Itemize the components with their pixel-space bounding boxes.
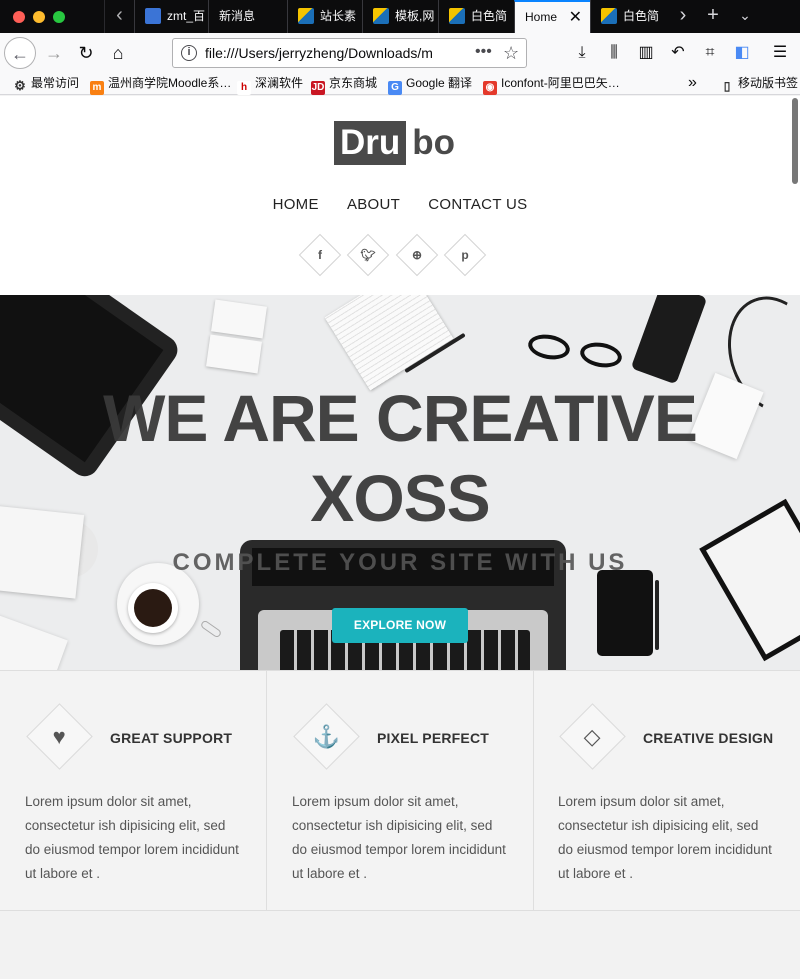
diamond-icon: ◇ xyxy=(559,703,626,770)
h-icon: h xyxy=(237,81,251,95)
gear-icon: ⚙ xyxy=(14,78,26,93)
phone-icon: ▯ xyxy=(723,79,731,93)
mobile-bookmarks[interactable]: ▯ 移动版书签 xyxy=(720,73,798,93)
bookmark-srun[interactable]: h 深澜软件 xyxy=(237,73,303,95)
business-card-image xyxy=(206,334,262,374)
tab-list-icon[interactable]: ⌄ xyxy=(730,0,760,33)
business-card-image xyxy=(211,299,267,339)
heart-icon: ♥ xyxy=(26,703,93,770)
feature-text: Lorem ipsum dolor sit amet, consectetur … xyxy=(25,794,239,881)
feature-title: CREATIVE DESIGN xyxy=(643,730,774,746)
forward-icon[interactable]: → xyxy=(38,37,70,69)
menu-icon[interactable]: ☰ xyxy=(768,37,792,69)
close-tab-icon[interactable]: ✕ xyxy=(569,2,582,33)
back-icon[interactable]: ← xyxy=(4,37,36,69)
anchor-icon: ⚓ xyxy=(293,703,360,770)
feature-great-support: ♥ GREAT SUPPORT Lorem ipsum dolor sit am… xyxy=(0,671,267,910)
new-tab-icon[interactable]: + xyxy=(698,0,728,33)
main-menu: HOME ABOUT CONTACT US xyxy=(0,196,800,213)
hero-banner: WE ARE CREATIVE XOSS COMPLETE YOUR SITE … xyxy=(0,295,800,670)
bookmark-google-translate[interactable]: G Google 翻译 xyxy=(388,73,472,95)
wallet-image xyxy=(597,570,653,656)
undo-icon[interactable]: ↶ xyxy=(666,37,690,69)
feature-text: Lorem ipsum dolor sit amet, consectetur … xyxy=(558,794,772,881)
bookmark-moodle[interactable]: m 温州商学院Moodle系… xyxy=(90,73,231,95)
tab-1[interactable]: 新消息 xyxy=(208,0,287,33)
moodle-icon: m xyxy=(90,81,104,95)
hero-subtitle: COMPLETE YOUR SITE WITH US xyxy=(172,549,628,576)
more-bookmarks-icon[interactable]: » xyxy=(688,73,697,93)
page-scrollbar[interactable] xyxy=(792,98,798,184)
tab-home-active[interactable]: Home ✕ xyxy=(514,0,590,33)
reload-icon[interactable]: ↻ xyxy=(70,37,102,69)
notebook-image xyxy=(324,295,454,391)
bookmark-most-visited[interactable]: ⚙ 最常访问 xyxy=(13,73,79,93)
site-logo[interactable]: Dru bo xyxy=(334,121,455,165)
sidebar-icon[interactable]: ▥ xyxy=(634,37,658,69)
pen-image xyxy=(655,580,659,650)
blog-icon xyxy=(601,8,617,24)
translate-icon[interactable]: ◧ xyxy=(730,37,754,69)
tab-4[interactable]: 白色简 xyxy=(438,0,514,33)
jd-icon: JD xyxy=(311,81,325,95)
web-page: Dru bo HOME ABOUT CONTACT US f 🐦︎ ⊕ p WE… xyxy=(0,96,800,979)
glasses-image xyxy=(578,339,624,371)
bookmarks-toolbar: ⚙ 最常访问 m 温州商学院Moodle系… h 深澜软件 JD 京东商城 G Googl… xyxy=(0,73,800,95)
blog-icon xyxy=(298,8,314,24)
glasses-image xyxy=(526,331,572,363)
bookmark-star-icon[interactable]: ☆ xyxy=(503,39,519,67)
paw-icon xyxy=(145,8,161,24)
minimize-window-button[interactable] xyxy=(33,11,45,23)
feature-pixel-perfect: ⚓ PIXEL PERFECT Lorem ipsum dolor sit am… xyxy=(267,671,534,910)
url-bar[interactable]: i file:///Users/jerryzheng/Downloads/m •… xyxy=(172,38,527,68)
tab-6[interactable]: 白色简 xyxy=(590,0,666,33)
paperclip-image xyxy=(199,619,223,639)
menu-item-contact[interactable]: CONTACT US xyxy=(428,196,527,213)
menu-item-about[interactable]: ABOUT xyxy=(347,196,400,213)
features-section: ♥ GREAT SUPPORT Lorem ipsum dolor sit am… xyxy=(0,670,800,911)
tab-0[interactable]: zmt_百 xyxy=(134,0,208,33)
page-actions-icon[interactable]: ••• xyxy=(475,39,492,65)
tab-bar: ‹ zmt_百 新消息 站长素 模板,网 白色简 Home ✕ 白色简 › + ⌄ xyxy=(0,0,800,33)
paper-image xyxy=(0,613,68,670)
crop-icon[interactable]: ⌗ xyxy=(698,37,722,69)
hero-title: WE ARE CREATIVE XOSS xyxy=(103,381,698,535)
info-icon[interactable]: i xyxy=(181,45,197,61)
feature-title: GREAT SUPPORT xyxy=(110,730,233,746)
nav-toolbar: ← → ↻ ⌂ i file:///Users/jerryzheng/Downl… xyxy=(0,33,800,73)
scroll-tabs-left-icon[interactable]: ‹ xyxy=(104,0,134,33)
feature-creative-design: ◇ CREATIVE DESIGN Lorem ipsum dolor sit … xyxy=(533,671,800,910)
iconfont-icon: ◉ xyxy=(483,81,497,95)
tab-3[interactable]: 模板,网 xyxy=(362,0,438,33)
bookmark-jd[interactable]: JD 京东商城 xyxy=(311,73,377,95)
facebook-icon[interactable]: f xyxy=(298,233,342,277)
library-icon[interactable]: ⫼ xyxy=(602,37,626,69)
site-header: Dru bo HOME ABOUT CONTACT US f 🐦︎ ⊕ p xyxy=(0,96,800,295)
twitter-icon[interactable]: 🐦︎ xyxy=(346,233,390,277)
dribbble-icon[interactable]: ⊕ xyxy=(395,233,439,277)
feature-title: PIXEL PERFECT xyxy=(377,730,490,746)
bookmark-iconfont[interactable]: ◉ Iconfont-阿里巴巴矢… xyxy=(483,73,620,95)
feature-text: Lorem ipsum dolor sit amet, consectetur … xyxy=(292,794,506,881)
explore-now-button[interactable]: EXPLORE NOW xyxy=(332,608,468,643)
scroll-tabs-right-icon[interactable]: › xyxy=(668,0,698,33)
blog-icon xyxy=(449,8,465,24)
phone-image xyxy=(630,295,708,385)
pinterest-icon[interactable]: p xyxy=(443,233,487,277)
translate-icon: G xyxy=(388,81,402,95)
next-section xyxy=(0,911,800,979)
coffee-image xyxy=(134,589,172,627)
close-window-button[interactable] xyxy=(13,11,25,23)
zoom-window-button[interactable] xyxy=(53,11,65,23)
tab-2[interactable]: 站长素 xyxy=(287,0,362,33)
url-text[interactable]: file:///Users/jerryzheng/Downloads/m xyxy=(205,39,445,67)
blog-icon xyxy=(373,8,389,24)
download-icon[interactable]: ⤓ xyxy=(570,37,594,69)
home-icon[interactable]: ⌂ xyxy=(102,37,134,69)
menu-item-home[interactable]: HOME xyxy=(273,196,319,213)
